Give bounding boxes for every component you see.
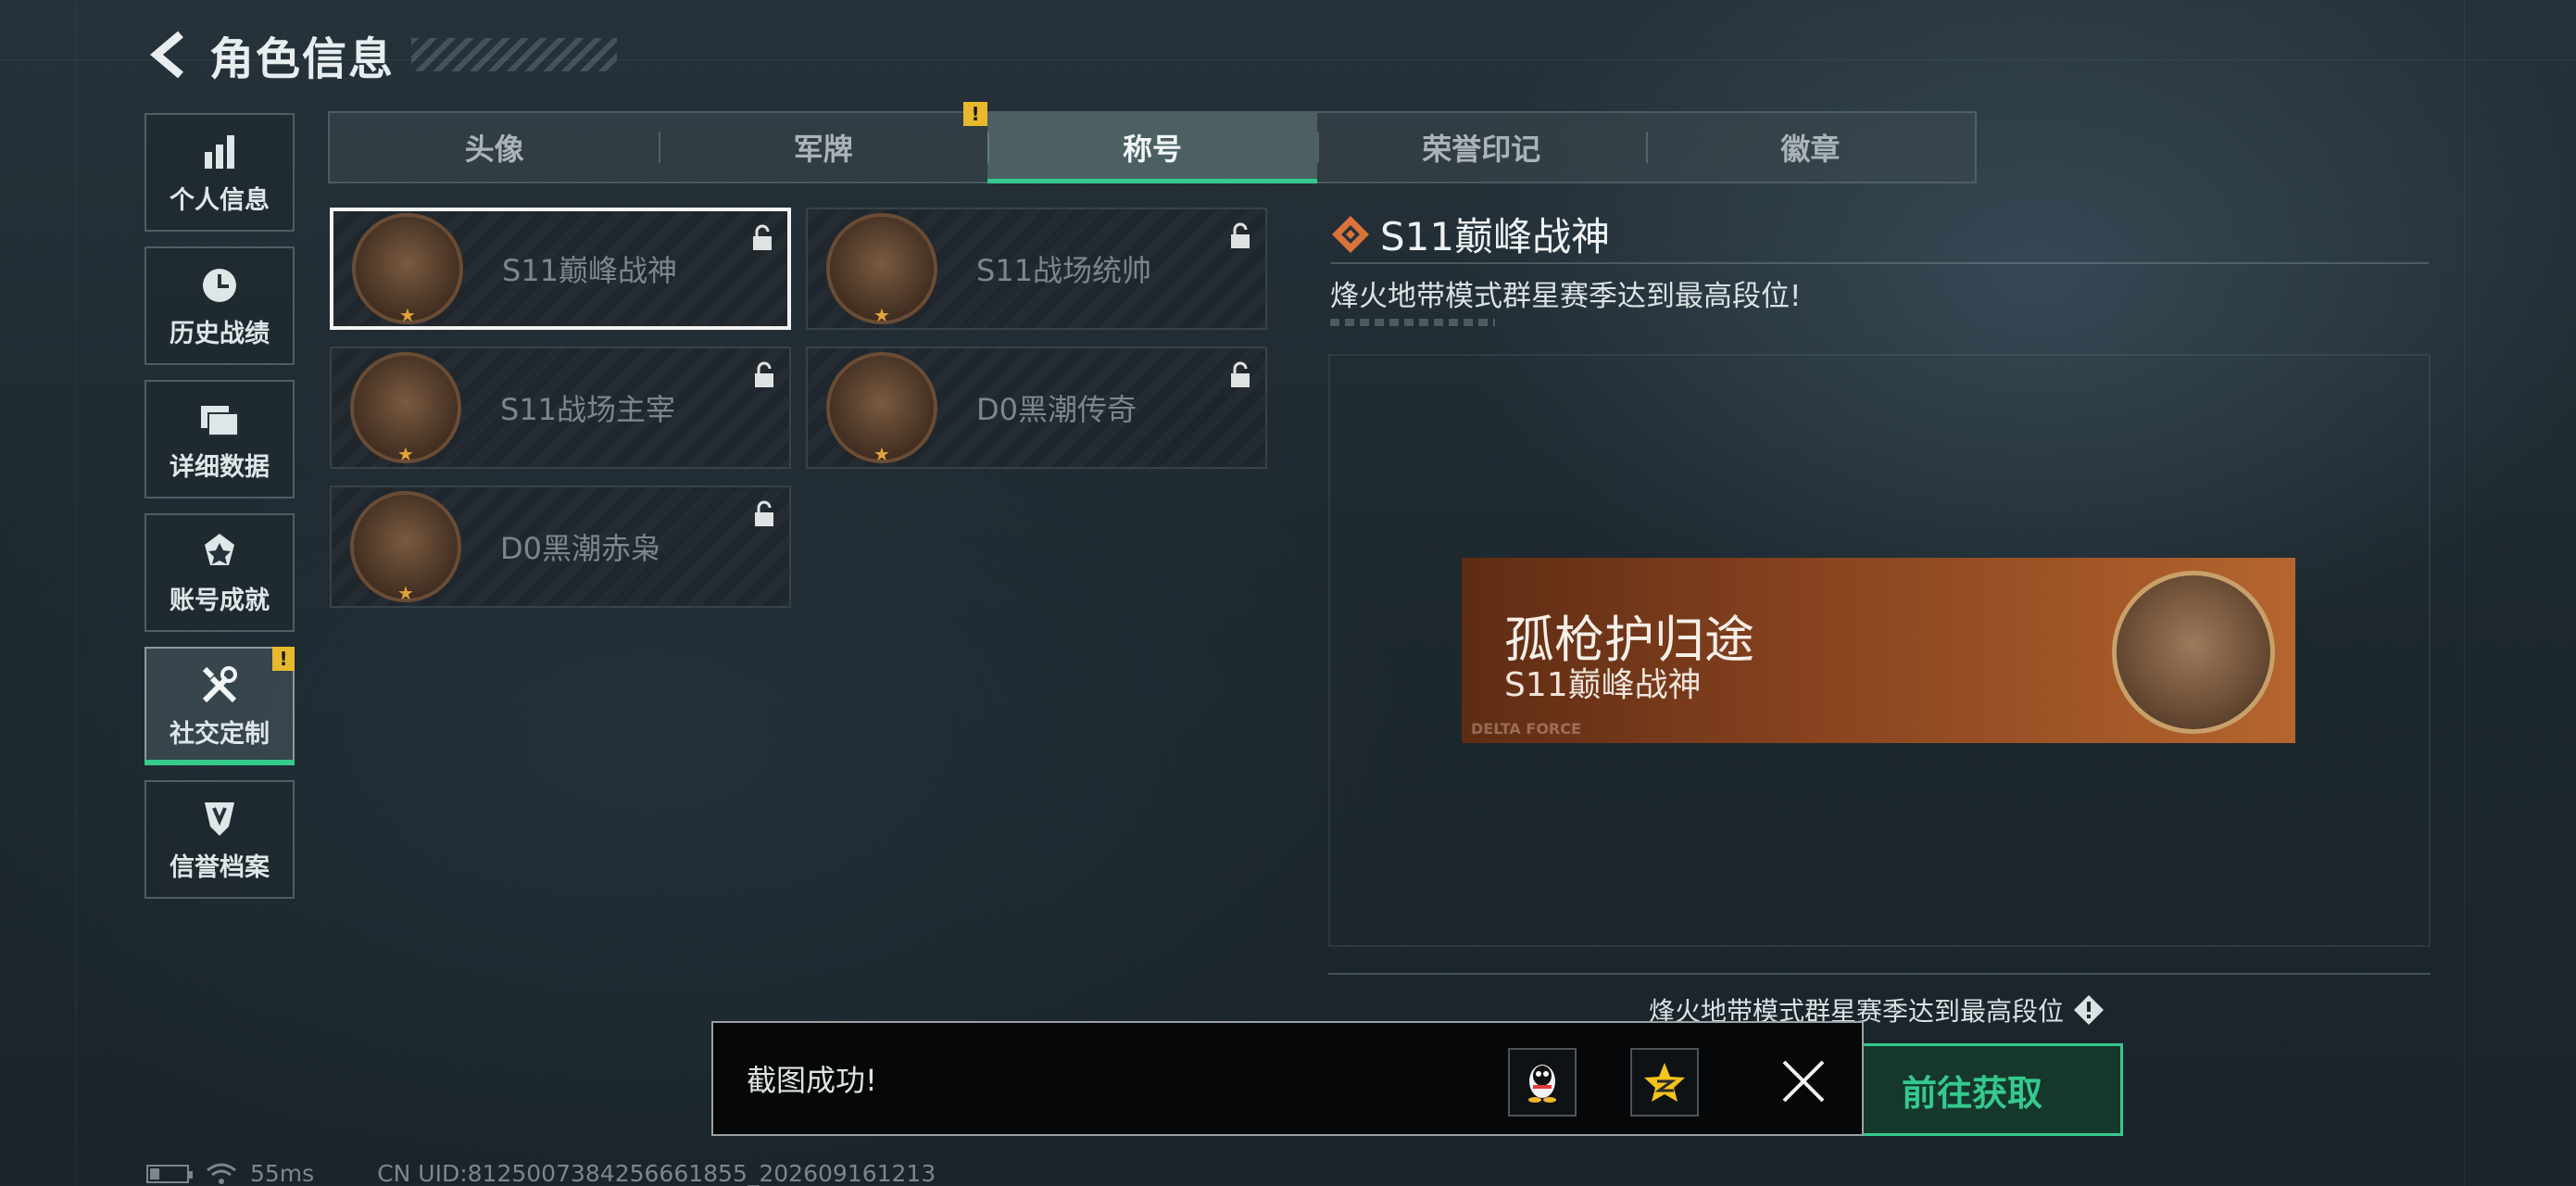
tab-honor-mark[interactable]: 荣誉印记 xyxy=(1316,113,1646,182)
title-card[interactable]: ★ S11战场统帅 xyxy=(806,208,1267,330)
sidebar-item-label: 社交定制 xyxy=(170,719,270,749)
divider xyxy=(1330,262,2429,264)
bar-chart-icon xyxy=(197,130,242,174)
page-header: 角色信息 xyxy=(146,24,618,85)
sidebar-item-history[interactable]: 历史战绩 xyxy=(145,246,295,365)
title-card[interactable]: ★ S11巅峰战神 xyxy=(330,208,791,330)
goto-acquire-label: 前往获取 xyxy=(1901,1072,2042,1114)
detail-description: 烽火地带模式群星赛季达到最高段位! xyxy=(1330,280,1802,313)
ping-value: 55ms xyxy=(250,1160,315,1186)
sidebar-item-label: 历史战绩 xyxy=(170,319,270,348)
title-diamond-icon xyxy=(1332,215,1369,253)
qzone-star-icon xyxy=(1644,1063,1685,1102)
back-arrow-icon[interactable] xyxy=(146,28,189,82)
status-bar: 55ms CN UID:8125007384256661855_20260916… xyxy=(146,1160,936,1186)
screenshot-toast: 截图成功! xyxy=(711,1021,1864,1136)
lock-icon xyxy=(1231,361,1250,387)
clock-icon xyxy=(197,263,242,308)
banner-sub-text: S11巅峰战神 xyxy=(1504,666,1702,704)
title-card-name: S11战场统帅 xyxy=(976,253,1152,288)
qq-penguin-icon xyxy=(1528,1065,1556,1103)
banner-watermark: DELTA FORCE xyxy=(1471,720,1581,738)
tab-notification-badge: ! xyxy=(963,102,987,126)
folder-icon xyxy=(197,397,242,441)
title-medal-icon: ★ xyxy=(826,213,937,326)
title-card[interactable]: ★ D0黑潮传奇 xyxy=(806,347,1267,469)
title-card[interactable]: ★ S11战场主宰 xyxy=(330,347,791,469)
share-qzone-button[interactable] xyxy=(1630,1048,1699,1117)
detail-header: S11巅峰战神 xyxy=(1330,206,1610,262)
tab-avatar[interactable]: 头像 xyxy=(330,113,659,182)
lock-icon xyxy=(755,361,773,387)
toast-message: 截图成功! xyxy=(747,1063,877,1098)
category-tabs: 头像 军牌 称号 荣誉印记 徽章 xyxy=(328,111,1977,183)
title-decoration xyxy=(411,38,618,71)
tab-dog-tag[interactable]: 军牌 xyxy=(659,113,987,182)
close-icon[interactable] xyxy=(1778,1056,1828,1106)
sidebar-item-label: 信誉档案 xyxy=(170,852,270,882)
tools-icon xyxy=(197,663,242,708)
sidebar-item-reputation[interactable]: 信誉档案 xyxy=(145,780,295,899)
page-title: 角色信息 xyxy=(209,33,396,85)
share-qq-button[interactable] xyxy=(1508,1048,1577,1117)
sidebar-item-achievements[interactable]: 账号成就 xyxy=(145,513,295,632)
title-card-name: D0黑潮传奇 xyxy=(976,392,1137,427)
title-medal-icon: ★ xyxy=(350,352,461,465)
tab-badge[interactable]: 徽章 xyxy=(1645,113,1975,182)
detail-title: S11巅峰战神 xyxy=(1380,214,1611,259)
lock-icon xyxy=(1231,222,1250,248)
divider xyxy=(1328,973,2431,975)
sidebar-item-label: 详细数据 xyxy=(170,452,270,482)
sidebar-item-label: 账号成就 xyxy=(170,586,270,615)
title-medal-icon: ★ xyxy=(826,352,937,465)
title-card-name: D0黑潮赤枭 xyxy=(500,531,661,566)
title-preview-banner: 孤枪护归途 S11巅峰战神 DELTA FORCE xyxy=(1462,558,2295,743)
tab-title[interactable]: 称号 xyxy=(987,113,1317,183)
medal-icon xyxy=(197,530,242,574)
wifi-icon xyxy=(207,1163,236,1184)
title-medal-icon: ★ xyxy=(350,491,461,604)
sidebar-item-personal-info[interactable]: 个人信息 xyxy=(145,113,295,232)
sidebar-item-detail-data[interactable]: 详细数据 xyxy=(145,380,295,498)
lock-icon xyxy=(755,500,773,526)
sidebar: 个人信息 历史战绩 详细数据 账号成就 ! 社交定制 信誉档案 xyxy=(145,113,296,914)
shield-icon xyxy=(197,797,242,841)
sidebar-item-label: 个人信息 xyxy=(170,185,270,215)
title-card-name: S11巅峰战神 xyxy=(502,253,678,288)
notification-badge: ! xyxy=(272,647,295,671)
detail-subtext-decoration xyxy=(1330,319,1495,326)
user-uid: CN UID:8125007384256661855_202609161213 xyxy=(377,1160,936,1186)
title-medal-icon: ★ xyxy=(352,213,463,326)
title-card-name: S11战场主宰 xyxy=(500,392,676,427)
lock-icon xyxy=(753,224,772,250)
banner-medal-icon xyxy=(2112,571,2275,734)
info-diamond-icon[interactable] xyxy=(2073,994,2105,1026)
title-card[interactable]: ★ D0黑潮赤枭 xyxy=(330,486,791,608)
battery-icon xyxy=(146,1164,193,1183)
sidebar-item-social-custom[interactable]: ! 社交定制 xyxy=(145,647,295,765)
